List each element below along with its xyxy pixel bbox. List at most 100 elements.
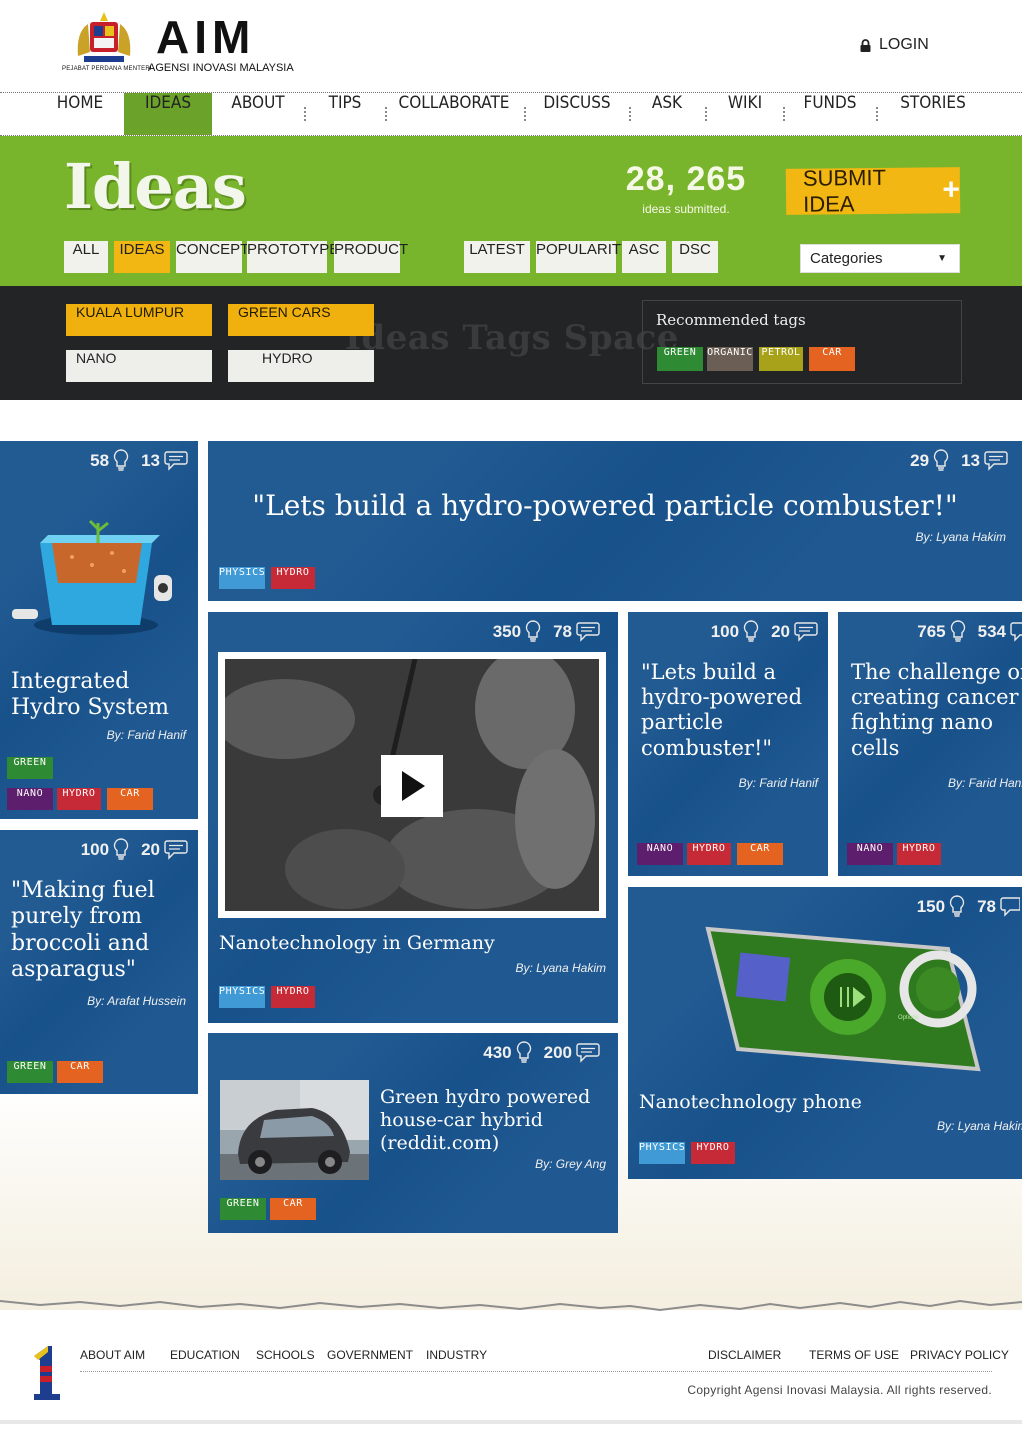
- tag-nano[interactable]: NANO: [847, 843, 893, 865]
- brand-title[interactable]: AIM: [156, 12, 255, 62]
- comments-stat[interactable]: 534: [978, 621, 1022, 643]
- idea-card-nano-germany[interactable]: 350 78 Nanotechnology in Germany By: Lya…: [208, 612, 618, 1023]
- tag-hydro[interactable]: HYDRO: [271, 567, 315, 589]
- tag-hydro[interactable]: HYDRO: [691, 1142, 735, 1164]
- nav-item-home[interactable]: HOME: [45, 93, 115, 135]
- nav-item-funds[interactable]: FUNDS: [798, 93, 862, 135]
- footer-link-disclaimer[interactable]: DISCLAIMER: [708, 1348, 781, 1362]
- idea-card-cancer-cells[interactable]: 765 534 The challenge of creating cancer…: [838, 612, 1022, 876]
- likes-stat[interactable]: 100: [81, 838, 129, 862]
- tag-car[interactable]: CAR: [737, 843, 783, 865]
- tag-car[interactable]: CAR: [57, 1061, 103, 1083]
- sort-asc[interactable]: ASC: [622, 241, 666, 273]
- likes-stat[interactable]: 350: [493, 620, 541, 644]
- selected-tag-green-cars[interactable]: GREEN CARS: [228, 304, 374, 336]
- filter-product[interactable]: PRODUCT: [334, 241, 408, 273]
- tag-physics[interactable]: PHYSICS: [219, 567, 265, 589]
- tag-hydro[interactable]: HYDRO: [57, 788, 101, 810]
- nav-item-ideas[interactable]: IDEAS: [124, 93, 212, 135]
- tag-car[interactable]: CAR: [107, 788, 153, 810]
- idea-author[interactable]: By: Grey Ang: [535, 1157, 606, 1171]
- tag-physics[interactable]: PHYSICS: [639, 1142, 685, 1164]
- selected-tag-hydro[interactable]: HYDRO: [228, 350, 374, 382]
- house-car-thumbnail[interactable]: [220, 1080, 369, 1180]
- nav-item-about[interactable]: ABOUT: [226, 93, 290, 135]
- footer-link-schools[interactable]: SCHOOLS: [256, 1348, 315, 1362]
- footer-link-terms[interactable]: TERMS OF USE: [809, 1348, 899, 1362]
- recommended-tag-car[interactable]: CAR: [809, 347, 855, 371]
- categories-select[interactable]: Categories ▼: [800, 244, 960, 273]
- likes-stat[interactable]: 58: [90, 449, 129, 473]
- video-player[interactable]: [215, 649, 606, 918]
- submit-idea-button[interactable]: SUBMIT IDEA +: [785, 165, 961, 217]
- likes-stat[interactable]: 100: [711, 620, 759, 644]
- footer-link-privacy[interactable]: PRIVACY POLICY: [910, 1348, 1009, 1362]
- tag-green[interactable]: GREEN: [7, 757, 53, 779]
- idea-author[interactable]: By: Farid Hanif: [107, 728, 186, 742]
- idea-title[interactable]: Green hydro powered house-car hybrid (re…: [380, 1086, 610, 1154]
- idea-author[interactable]: By: Lyana Hakim: [516, 961, 607, 975]
- malaysia-crest-logo[interactable]: [72, 12, 136, 66]
- idea-author[interactable]: By: Arafat Hussein: [87, 994, 186, 1008]
- tag-nano[interactable]: NANO: [7, 788, 53, 810]
- idea-title[interactable]: Nanotechnology phone: [639, 1091, 1009, 1114]
- idea-author[interactable]: By: Farid Hanif: [948, 776, 1022, 790]
- nav-item-collaborate[interactable]: COLLABORATE: [398, 93, 510, 135]
- sort-dsc[interactable]: DSC: [672, 241, 718, 273]
- idea-title[interactable]: The challenge of creating cancer fightin…: [851, 660, 1022, 761]
- comments-stat[interactable]: 13: [141, 450, 188, 472]
- comments-stat[interactable]: 20: [771, 621, 818, 643]
- likes-stat[interactable]: 430: [483, 1041, 531, 1065]
- login-button[interactable]: LOGIN: [860, 36, 929, 54]
- recommended-tag-organic[interactable]: ORGANIC: [707, 347, 753, 371]
- footer-link-industry[interactable]: INDUSTRY: [426, 1348, 487, 1362]
- nav-item-tips[interactable]: TIPS: [318, 93, 372, 135]
- comments-stat[interactable]: 13: [961, 450, 1008, 472]
- idea-card-fuel-broccoli[interactable]: 100 20 "Making fuel purely from broccoli…: [0, 830, 198, 1094]
- tag-hydro[interactable]: HYDRO: [271, 986, 315, 1008]
- likes-stat[interactable]: 765: [917, 620, 965, 644]
- idea-title[interactable]: Integrated Hydro System: [11, 669, 195, 722]
- idea-card-house-car[interactable]: 430 200 Green hydro powered house-car hy…: [208, 1033, 618, 1233]
- selected-tag-nano[interactable]: NANO: [66, 350, 212, 382]
- filter-all[interactable]: ALL: [64, 241, 108, 273]
- sort-popularity[interactable]: POPULARITY: [536, 241, 631, 273]
- recommended-tag-petrol[interactable]: PETROL: [759, 347, 803, 371]
- 1malaysia-logo[interactable]: [30, 1344, 64, 1402]
- filter-ideas[interactable]: IDEAS: [114, 241, 170, 273]
- tag-physics[interactable]: PHYSICS: [219, 986, 265, 1008]
- filter-prototype[interactable]: PROTOTYPE: [247, 241, 339, 273]
- nav-item-ask[interactable]: ASK: [644, 93, 690, 135]
- likes-stat[interactable]: 29: [910, 449, 949, 473]
- selected-tag-kuala-lumpur[interactable]: KUALA LUMPUR: [66, 304, 212, 336]
- idea-card-hydro-system[interactable]: 58 13 Integrated Hydro System By: Farid …: [0, 441, 198, 819]
- footer-link-education[interactable]: EDUCATION: [170, 1348, 240, 1362]
- filter-concept[interactable]: CONCEPT: [176, 241, 249, 273]
- idea-card-nano-phone[interactable]: 150 78 Options Nanotechnology phone By: …: [628, 887, 1022, 1179]
- footer-link-about-aim[interactable]: ABOUT AIM: [80, 1348, 145, 1362]
- tag-green[interactable]: GREEN: [220, 1198, 266, 1220]
- nav-item-discuss[interactable]: DISCUSS: [538, 93, 616, 135]
- footer-link-government[interactable]: GOVERNMENT: [327, 1348, 413, 1362]
- idea-card-particle-combuster[interactable]: 29 13 "Lets build a hydro-powered partic…: [208, 441, 1022, 601]
- tag-green[interactable]: GREEN: [7, 1061, 53, 1083]
- nav-item-stories[interactable]: STORIES: [894, 93, 972, 135]
- tag-hydro[interactable]: HYDRO: [897, 843, 941, 865]
- idea-author[interactable]: By: Farid Hanif: [739, 776, 818, 790]
- idea-title[interactable]: "Making fuel purely from broccoli and as…: [11, 878, 195, 984]
- idea-author[interactable]: By: Lyana Hakim: [916, 530, 1007, 544]
- idea-title[interactable]: Nanotechnology in Germany: [219, 932, 609, 955]
- comments-stat[interactable]: 200: [544, 1042, 600, 1064]
- sort-latest[interactable]: LATEST: [464, 241, 530, 273]
- comments-stat[interactable]: 78: [553, 621, 600, 643]
- tag-nano[interactable]: NANO: [637, 843, 683, 865]
- idea-card-particle-small[interactable]: 100 20 "Lets build a hydro-powered parti…: [628, 612, 828, 876]
- idea-title[interactable]: "Lets build a hydro-powered particle com…: [208, 489, 1002, 523]
- recommended-tag-green[interactable]: GREEN: [657, 347, 703, 371]
- idea-title[interactable]: "Lets build a hydro-powered particle com…: [641, 660, 825, 761]
- comments-stat[interactable]: 20: [141, 839, 188, 861]
- idea-author[interactable]: By: Lyana Hakim: [937, 1119, 1022, 1133]
- tag-hydro[interactable]: HYDRO: [687, 843, 731, 865]
- tag-car[interactable]: CAR: [270, 1198, 316, 1220]
- nav-item-wiki[interactable]: WIKI: [720, 93, 770, 135]
